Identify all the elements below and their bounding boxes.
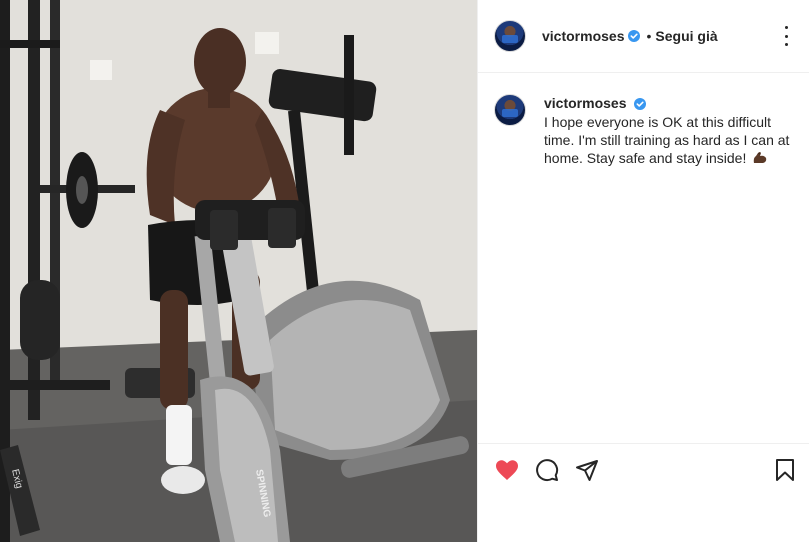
caption-username[interactable]: victormoses (544, 95, 626, 111)
more-options-icon[interactable] (778, 26, 794, 46)
post-header: victormoses • Segui già (478, 0, 809, 73)
share-icon[interactable] (574, 457, 600, 483)
verified-badge-icon (628, 30, 641, 42)
post-photo[interactable]: Exig SPINNING (0, 0, 477, 542)
bookmark-icon[interactable] (772, 457, 798, 483)
gym-photo-illustration: Exig SPINNING (0, 0, 477, 542)
caption-avatar[interactable] (494, 94, 526, 126)
author-avatar[interactable] (494, 20, 526, 52)
comment-icon[interactable] (534, 457, 560, 483)
post-caption: victormoses I hope everyone is OK at thi… (494, 94, 794, 167)
verified-badge-icon (634, 98, 647, 111)
header-separator: • (646, 28, 652, 44)
post-side-panel: victormoses • Segui già victormoses I ho… (477, 0, 809, 542)
author-username[interactable]: victormoses (542, 28, 624, 44)
flexed-biceps-emoji (752, 151, 768, 165)
post-actions-bar (478, 443, 809, 542)
heart-icon[interactable] (494, 457, 520, 483)
following-button[interactable]: Segui già (655, 28, 717, 44)
